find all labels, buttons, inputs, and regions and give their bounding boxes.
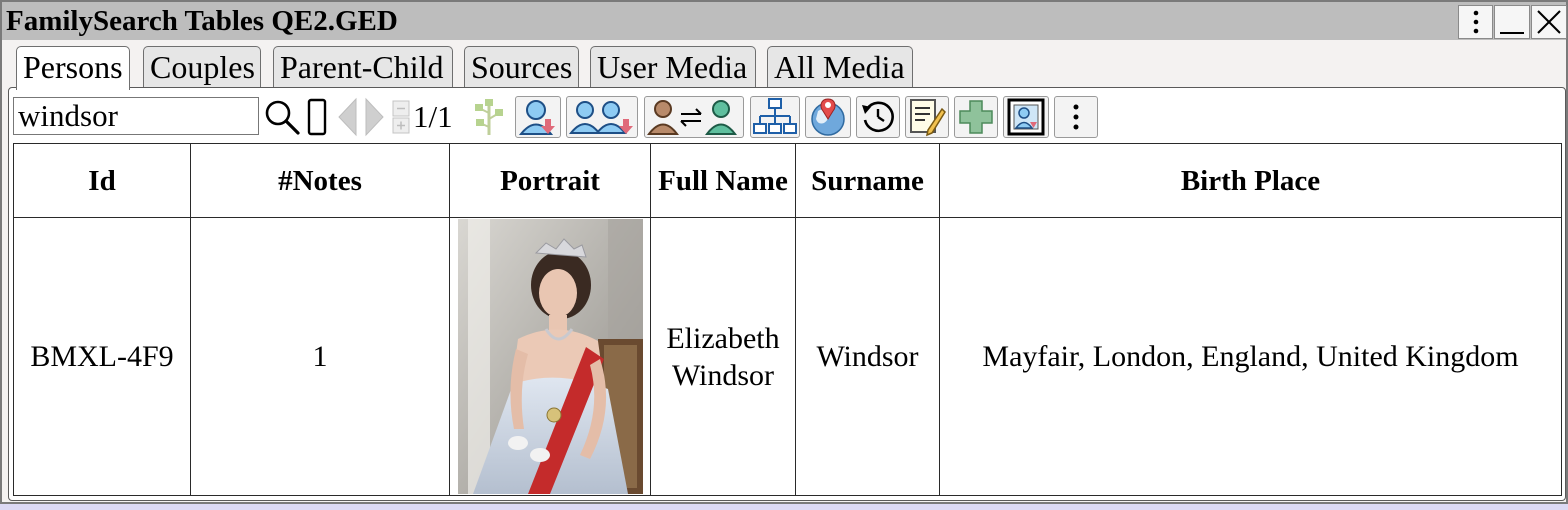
tab-sources[interactable]: Sources [464,46,579,88]
search-input[interactable] [13,97,259,135]
more-options-icon [1073,104,1079,130]
cell-portrait[interactable] [449,217,651,496]
cell-id[interactable]: BMXL-4F9 [13,217,191,496]
add-icon [959,100,993,134]
add-person-button[interactable] [954,96,998,138]
portrait-frame-icon [1007,98,1045,136]
family-tree-button[interactable] [468,96,510,138]
download-person-icon [518,100,555,135]
tab-user-media[interactable]: User Media [590,46,756,88]
next-page-button[interactable] [362,96,388,138]
stop-icon [307,98,327,136]
tab-all-media[interactable]: All Media [767,46,913,88]
search-icon [265,100,300,135]
table-header-row: Id #Notes Portrait Full Name Surname Bir… [13,143,1562,218]
column-header-full-name[interactable]: Full Name [650,143,796,218]
minimize-button[interactable] [1494,5,1530,39]
window-menu-button[interactable] [1458,5,1493,39]
edit-notes-icon [910,99,946,137]
column-header-birth-place[interactable]: Birth Place [939,143,1562,218]
download-couple-button[interactable] [566,96,638,138]
column-header-surname[interactable]: Surname [795,143,940,218]
persons-panel: 1/1 [8,87,1566,501]
page-stepper[interactable] [391,96,411,138]
merge-persons-button[interactable] [644,96,744,138]
tab-parent-child[interactable]: Parent-Child [273,46,453,88]
pedigree-chart-button[interactable] [750,96,800,138]
history-button[interactable] [856,96,900,138]
merge-persons-icon [647,100,737,135]
cell-full-name[interactable]: Elizabeth Windsor [650,217,796,496]
close-button[interactable] [1531,5,1567,39]
minimize-icon [1500,32,1524,34]
prev-page-icon [338,97,357,137]
map-location-icon [811,98,845,136]
vertical-dots-icon [1473,10,1478,34]
page-indicator: 1/1 [413,99,453,134]
download-couple-icon [569,101,633,134]
table-row[interactable]: BMXL-4F9 1 Elizabeth Windsor Windsor May… [13,217,1562,496]
window-title: FamilySearch Tables QE2.GED [6,5,398,37]
map-location-button[interactable] [805,96,851,138]
history-icon [862,101,894,133]
cell-notes[interactable]: 1 [190,217,450,496]
tab-persons[interactable]: Persons [16,46,130,90]
column-header-portrait[interactable]: Portrait [449,143,651,218]
page-stepper-icon [392,100,410,134]
search-button[interactable] [261,96,303,138]
family-tree-icon [475,99,503,135]
download-person-button[interactable] [515,96,561,138]
cell-birth-place[interactable]: Mayfair, London, England, United Kingdom [939,217,1562,496]
prev-page-button[interactable] [334,96,360,138]
pedigree-chart-icon [753,98,797,134]
edit-notes-button[interactable] [905,96,949,138]
tab-couples[interactable]: Couples [143,46,261,88]
close-icon [1537,10,1561,34]
portrait-frame-button[interactable] [1003,96,1049,138]
portrait-image [457,219,643,494]
column-header-id[interactable]: Id [13,143,191,218]
column-header-notes[interactable]: #Notes [190,143,450,218]
title-bar[interactable]: FamilySearch Tables QE2.GED [2,2,1567,40]
app-window: FamilySearch Tables QE2.GED Persons Coup… [0,0,1568,504]
more-options-button[interactable] [1054,96,1098,138]
cell-surname[interactable]: Windsor [795,217,940,496]
stop-button[interactable] [304,96,330,138]
next-page-icon [365,97,384,137]
persons-table: Id #Notes Portrait Full Name Surname Bir… [13,143,1562,496]
